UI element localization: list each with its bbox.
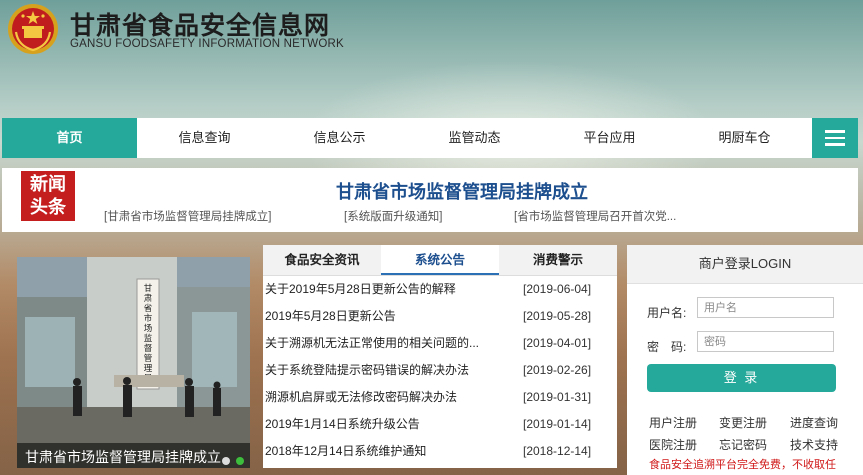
hamburger-menu-icon[interactable] <box>812 118 858 158</box>
news-panel: 食品安全资讯 系统公告 消费警示 关于2019年5月28日更新公告的解释 [201… <box>263 245 617 468</box>
nav-item-info-query[interactable]: 信息查询 <box>137 118 272 158</box>
news-title[interactable]: 2019年1月14日系统升级公告 <box>265 411 493 438</box>
news-title[interactable]: 2018年12月14日系统维护通知 <box>265 438 493 465</box>
list-item[interactable]: 2018年12月14日系统维护通知 [2018-12-14] <box>263 438 617 465</box>
news-date: [2019-06-04] <box>523 282 592 296</box>
list-item[interactable]: 溯源机启屏或无法修改密码解决办法 [2019-01-31] <box>263 384 617 411</box>
headline-badge-line: 头条 <box>30 197 66 218</box>
free-notice: 食品安全追溯平台完全免费，不收取任 <box>649 459 836 471</box>
nav-item-kitchen[interactable]: 明厨车仓 <box>677 118 812 158</box>
news-date: [2019-04-01] <box>523 336 592 350</box>
slider-caption[interactable]: 甘肃省市场监督管理局挂牌成立 <box>25 447 221 467</box>
news-title[interactable]: 关于溯源机无法正常使用的相关问题的... <box>265 330 493 357</box>
news-title[interactable]: 关于系统登陆提示密码错误的解决办法 <box>265 357 493 384</box>
site-subtitle: GANSU FOODSAFETY INFORMATION NETWORK <box>70 38 344 50</box>
register-user-link[interactable]: 用户注册 <box>649 414 697 431</box>
headline-band: 新闻 头条 甘肃省市场监督管理局挂牌成立 [甘肃省市场监督管理局挂牌成立] [系… <box>2 168 858 232</box>
news-list: 关于2019年5月28日更新公告的解释 [2019-06-04] 2019年5月2… <box>263 276 617 465</box>
tech-support-link[interactable]: 技术支持 <box>790 436 838 453</box>
password-field[interactable] <box>697 331 834 352</box>
tab-consumer-warning[interactable]: 消费警示 <box>499 245 617 275</box>
login-title: 商户登录LOGIN <box>627 245 863 284</box>
password-label: 密 码: <box>647 340 687 354</box>
news-title[interactable]: 2019年5月28日更新公告 <box>265 303 493 330</box>
list-item[interactable]: 关于溯源机无法正常使用的相关问题的... [2019-04-01] <box>263 330 617 357</box>
tab-system-notice[interactable]: 系统公告 <box>381 245 499 275</box>
list-item[interactable]: 关于系统登陆提示密码错误的解决办法 [2019-02-26] <box>263 357 617 384</box>
tab-food-safety-news[interactable]: 食品安全资讯 <box>263 245 381 275</box>
nav-item-info-public[interactable]: 信息公示 <box>272 118 407 158</box>
headline-link[interactable]: [甘肃省市场监督管理局挂牌成立] <box>104 208 271 224</box>
slider-dot-active[interactable] <box>236 457 244 465</box>
site-header: 甘肃省食品安全信息网 GANSU FOODSAFETY INFORMATION … <box>0 0 863 64</box>
slider-caption-bar: 甘肃省市场监督管理局挂牌成立 <box>17 443 250 468</box>
svg-text:甘肃省市场监督管理局: 甘肃省市场监督管理局 <box>144 283 153 384</box>
change-register-link[interactable]: 变更注册 <box>719 414 767 431</box>
news-date: [2019-01-14] <box>523 417 592 431</box>
username-field[interactable] <box>697 297 834 318</box>
headline-links: [甘肃省市场监督管理局挂牌成立] [系统版面升级通知] [省市场监督管理局召开首… <box>104 208 804 224</box>
merchant-login-panel: 商户登录LOGIN 用户名: 密 码: 登 录 用户注册 变更注册 进度查询 医… <box>627 245 863 475</box>
login-button[interactable]: 登 录 <box>647 364 836 392</box>
news-tabs: 食品安全资讯 系统公告 消费警示 <box>263 245 617 276</box>
menu-bar <box>825 143 845 146</box>
headline-link[interactable]: [系统版面升级通知] <box>344 208 442 224</box>
nav-item-home[interactable]: 首页 <box>2 118 137 158</box>
menu-bar <box>825 130 845 133</box>
menu-bar <box>825 136 845 140</box>
main-nav: 首页 信息查询 信息公示 监管动态 平台应用 明厨车仓 <box>2 118 858 158</box>
news-date: [2018-12-14] <box>523 444 592 458</box>
hospital-register-link[interactable]: 医院注册 <box>649 436 697 453</box>
username-label: 用户名: <box>647 306 687 320</box>
slider-photo: 甘肃省市场监督管理局 <box>17 257 250 468</box>
list-item[interactable]: 关于2019年5月28日更新公告的解释 [2019-06-04] <box>263 276 617 303</box>
headline-title[interactable]: 甘肃省市场监督管理局挂牌成立 <box>202 178 722 204</box>
list-item[interactable]: 2019年5月28日更新公告 [2019-05-28] <box>263 303 617 330</box>
list-item[interactable]: 2019年1月14日系统升级公告 [2019-01-14] <box>263 411 617 438</box>
progress-query-link[interactable]: 进度查询 <box>790 414 838 431</box>
news-date: [2019-05-28] <box>523 309 592 323</box>
headline-badge-line: 新闻 <box>30 174 66 195</box>
national-emblem-icon[interactable] <box>6 2 60 56</box>
site-title: 甘肃省食品安全信息网 <box>70 11 331 40</box>
news-slider[interactable]: 甘肃省市场监督管理局 甘肃省市场监督管理局挂牌成立 <box>17 257 250 468</box>
headline-badge: 新闻 头条 <box>21 171 75 221</box>
headline-link[interactable]: [省市场监督管理局召开首次党... <box>514 208 676 224</box>
slider-dot[interactable] <box>222 457 230 465</box>
news-title[interactable]: 关于2019年5月28日更新公告的解释 <box>265 276 493 303</box>
news-title[interactable]: 溯源机启屏或无法修改密码解决办法 <box>265 384 493 411</box>
nav-item-supervision[interactable]: 监管动态 <box>407 118 542 158</box>
forgot-password-link[interactable]: 忘记密码 <box>719 436 767 453</box>
news-date: [2019-02-26] <box>523 363 592 377</box>
nav-item-platform[interactable]: 平台应用 <box>542 118 677 158</box>
news-date: [2019-01-31] <box>523 390 592 404</box>
